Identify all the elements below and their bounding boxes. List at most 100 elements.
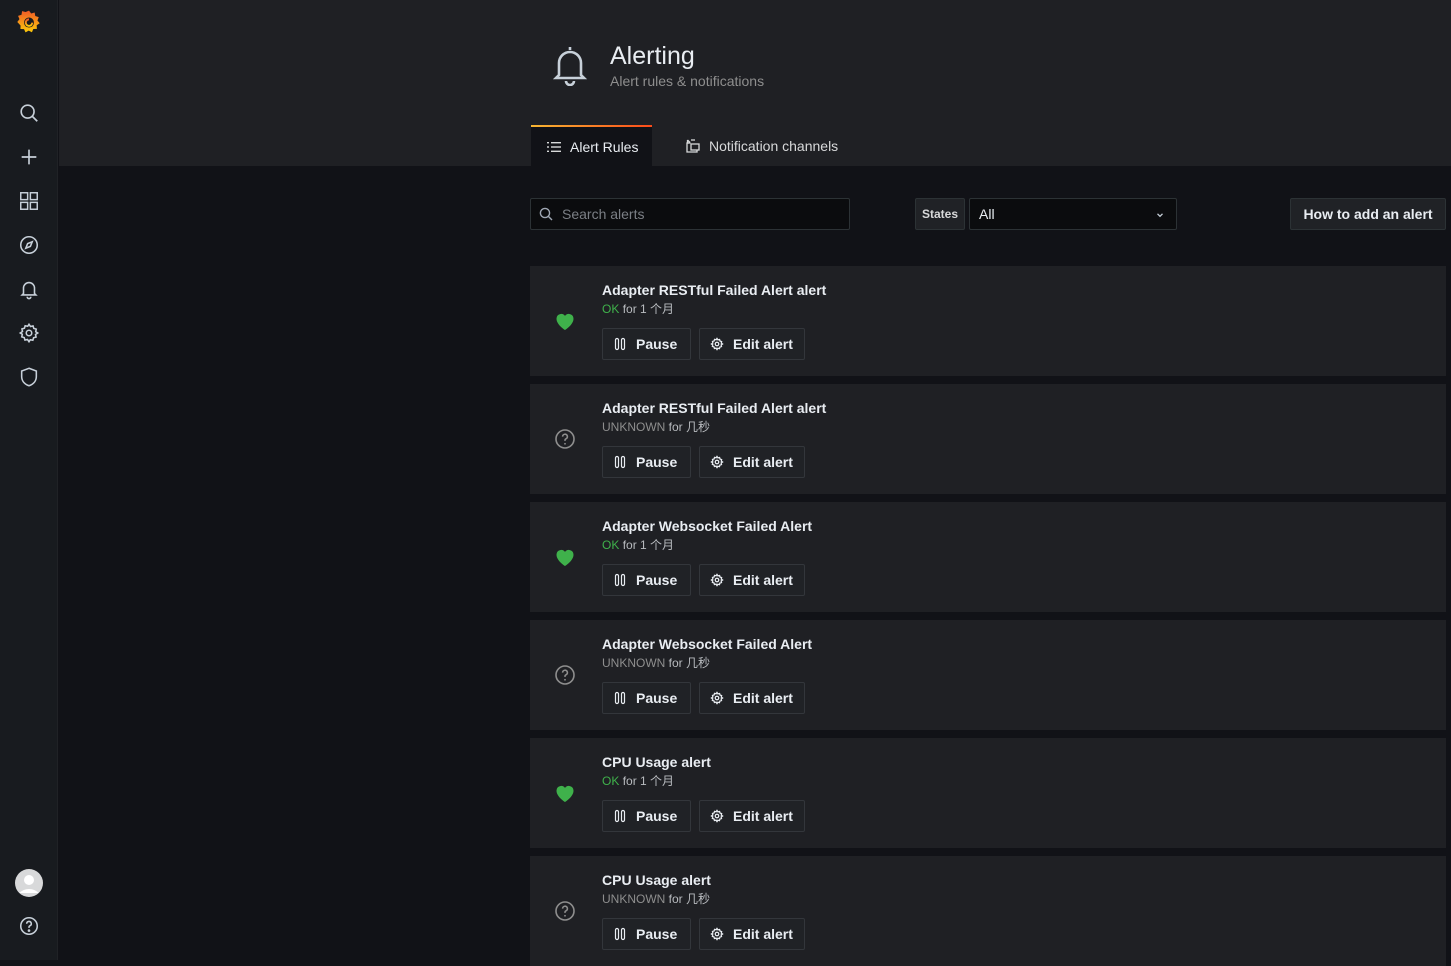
edit-alert-label: Edit alert (733, 690, 793, 706)
search-box[interactable] (530, 198, 850, 230)
alert-duration: for 几秒 (668, 420, 711, 434)
alert-name[interactable]: Adapter RESTful Failed Alert alert (602, 400, 826, 416)
alert-rule-item: CPU Usage alert OK for 1 个月 Pause Edit a… (530, 738, 1446, 848)
alert-state-text: OK (602, 774, 620, 788)
search-icon[interactable] (0, 91, 58, 135)
bell-icon (552, 47, 588, 86)
alert-state-text: OK (602, 302, 620, 316)
search-input[interactable] (560, 205, 840, 223)
pause-icon (614, 927, 626, 941)
alert-duration: for 1 个月 (622, 538, 675, 552)
tab-notification-channels[interactable]: Notification channels (684, 125, 838, 166)
heart-icon (556, 785, 574, 802)
alert-state-line: OK for 1 个月 (602, 300, 674, 317)
alert-state-line: UNKNOWN for 几秒 (602, 890, 710, 907)
pause-icon (614, 337, 626, 351)
gear-icon (710, 337, 724, 351)
pause-icon (614, 809, 626, 823)
grafana-logo-icon[interactable] (0, 0, 58, 44)
alert-name[interactable]: Adapter Websocket Failed Alert (602, 636, 812, 652)
pause-button[interactable]: Pause (602, 800, 691, 832)
gear-icon (710, 691, 724, 705)
alert-state-line: OK for 1 个月 (602, 536, 674, 553)
pause-label: Pause (636, 336, 678, 352)
pause-icon (614, 691, 626, 705)
pause-button[interactable]: Pause (602, 328, 691, 360)
compass-icon[interactable] (0, 223, 58, 267)
edit-alert-button[interactable]: Edit alert (699, 446, 805, 478)
chevron-down-icon (1157, 213, 1163, 218)
gear-icon (710, 927, 724, 941)
gear-icon (710, 809, 724, 823)
tab-label: Notification channels (709, 137, 839, 154)
alert-rule-item: CPU Usage alert UNKNOWN for 几秒 Pause Edi… (530, 856, 1446, 966)
pause-button[interactable]: Pause (602, 446, 691, 478)
pause-label: Pause (636, 808, 678, 824)
edit-alert-button[interactable]: Edit alert (699, 682, 805, 714)
alert-name[interactable]: Adapter RESTful Failed Alert alert (602, 282, 826, 298)
alert-state-text: UNKNOWN (602, 420, 666, 434)
edit-alert-label: Edit alert (733, 808, 793, 824)
help-icon[interactable] (0, 904, 58, 948)
alert-state-text: OK (602, 538, 620, 552)
alert-rule-item: Adapter Websocket Failed Alert OK for 1 … (530, 502, 1446, 612)
edit-alert-button[interactable]: Edit alert (699, 918, 805, 950)
alert-name[interactable]: CPU Usage alert (602, 872, 711, 888)
edit-alert-label: Edit alert (733, 572, 793, 588)
alert-name[interactable]: Adapter Websocket Failed Alert (602, 518, 812, 534)
states-label: States (915, 198, 965, 230)
avatar[interactable] (0, 861, 58, 905)
bell-icon[interactable] (0, 267, 58, 311)
alert-state-line: UNKNOWN for 几秒 (602, 654, 710, 671)
list-icon (547, 141, 561, 152)
edit-alert-label: Edit alert (733, 926, 793, 942)
search-icon (539, 207, 553, 221)
edit-alert-button[interactable]: Edit alert (699, 564, 805, 596)
alert-duration: for 几秒 (668, 656, 711, 670)
how-to-add-alert-button[interactable]: How to add an alert (1290, 198, 1446, 230)
page-header: Alerting Alert rules & notifications Ale… (59, 0, 1451, 166)
heart-icon (556, 549, 574, 566)
question-circle-icon (555, 429, 575, 449)
gear-icon[interactable] (0, 311, 58, 355)
plus-icon[interactable] (0, 135, 58, 179)
heart-icon (556, 313, 574, 330)
question-circle-icon (555, 665, 575, 685)
alert-rule-item: Adapter RESTful Failed Alert alert UNKNO… (530, 384, 1446, 494)
alert-rule-item: Adapter Websocket Failed Alert UNKNOWN f… (530, 620, 1446, 730)
question-circle-icon (555, 901, 575, 921)
pause-label: Pause (636, 690, 678, 706)
alert-state-text: UNKNOWN (602, 656, 666, 670)
pause-label: Pause (636, 454, 678, 470)
pause-button[interactable]: Pause (602, 682, 691, 714)
alert-duration: for 1 个月 (622, 302, 675, 316)
edit-alert-button[interactable]: Edit alert (699, 328, 805, 360)
dashboards-icon[interactable] (0, 179, 58, 223)
edit-alert-button[interactable]: Edit alert (699, 800, 805, 832)
states-select[interactable]: All (969, 198, 1177, 230)
gear-icon (710, 573, 724, 587)
pause-label: Pause (636, 572, 678, 588)
alert-duration: for 1 个月 (622, 774, 675, 788)
gear-icon (710, 455, 724, 469)
pause-icon (614, 455, 626, 469)
pause-button[interactable]: Pause (602, 564, 691, 596)
share-icon (686, 138, 700, 153)
sidebar (0, 0, 58, 960)
edit-alert-label: Edit alert (733, 336, 793, 352)
alert-rule-item: Adapter RESTful Failed Alert alert OK fo… (530, 266, 1446, 376)
alert-name[interactable]: CPU Usage alert (602, 754, 711, 770)
alert-duration: for 几秒 (668, 892, 711, 906)
edit-alert-label: Edit alert (733, 454, 793, 470)
pause-button[interactable]: Pause (602, 918, 691, 950)
alert-state-text: UNKNOWN (602, 892, 666, 906)
tab-alert-rules[interactable]: Alert Rules (531, 125, 652, 166)
states-select-value: All (979, 206, 995, 222)
pause-label: Pause (636, 926, 678, 942)
alert-state-line: OK for 1 个月 (602, 772, 674, 789)
pause-icon (614, 573, 626, 587)
shield-icon[interactable] (0, 355, 58, 399)
page-subtitle: Alert rules & notifications (610, 73, 765, 89)
tab-label: Alert Rules (570, 138, 639, 155)
alert-state-line: UNKNOWN for 几秒 (602, 418, 710, 435)
